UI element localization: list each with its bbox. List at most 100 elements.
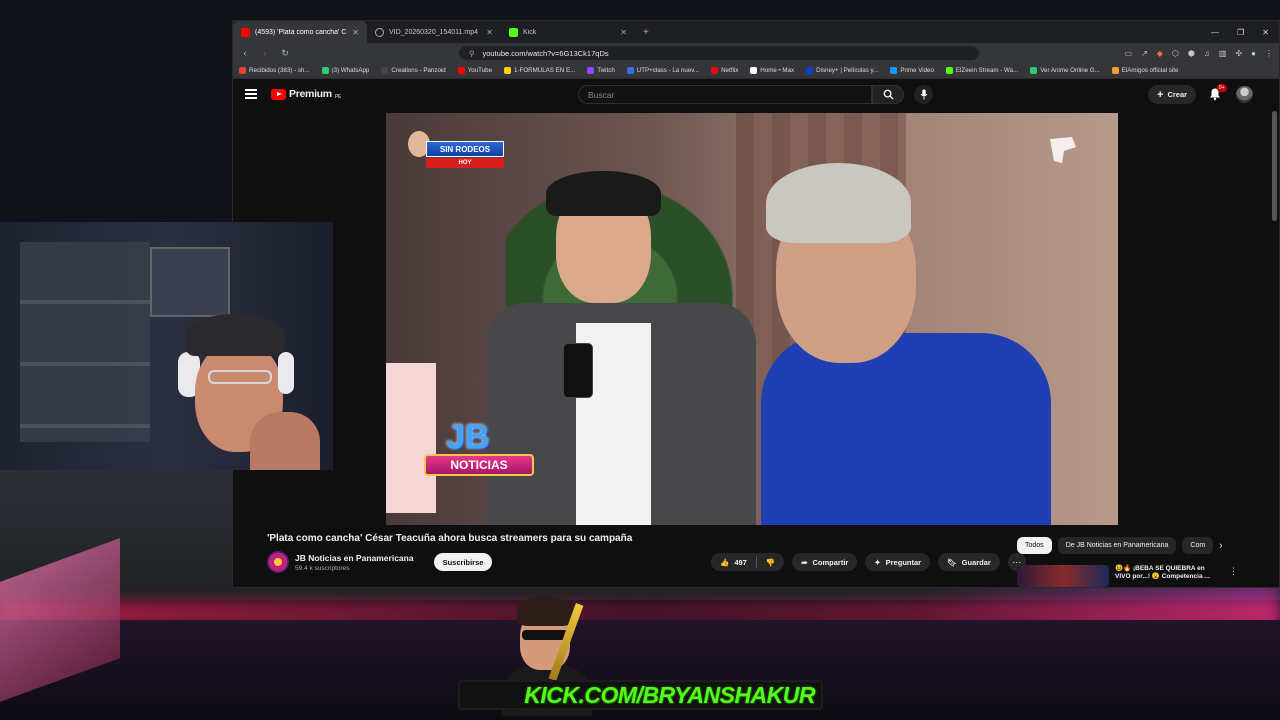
bookmark-label: ElZeein Stream - Wa... bbox=[955, 67, 1019, 74]
youtube-play-icon bbox=[271, 88, 286, 100]
avatar-hair bbox=[517, 596, 573, 626]
bookmark-label: 1-FORMULAS EN E... bbox=[514, 67, 576, 74]
bookmark-label: Home • Max bbox=[760, 67, 795, 74]
globe-icon bbox=[375, 27, 384, 37]
save-button[interactable]: 🔖︎ Guardar bbox=[938, 553, 1000, 571]
avatar-sunglasses bbox=[522, 630, 568, 640]
bookmark-icon: 🔖︎ bbox=[947, 557, 957, 567]
chevron-right-icon[interactable]: › bbox=[1219, 540, 1223, 552]
recommended-thumbnail[interactable] bbox=[1017, 565, 1109, 587]
close-window-icon[interactable]: ✕ bbox=[1262, 28, 1269, 37]
bookmark-favicon-icon bbox=[504, 67, 512, 74]
ask-button[interactable]: ✦ Preguntar bbox=[865, 553, 931, 571]
bookmark-item[interactable]: Creations - Panzoid bbox=[381, 67, 446, 74]
forward-icon[interactable]: › bbox=[259, 48, 271, 58]
share-button[interactable]: ➦ Compartir bbox=[792, 553, 858, 571]
extension-icon[interactable]: ◆ bbox=[1157, 49, 1163, 58]
more-vert-icon[interactable]: ⋮ bbox=[1229, 566, 1238, 577]
account-avatar[interactable] bbox=[1236, 86, 1253, 103]
minimize-icon[interactable]: — bbox=[1211, 28, 1219, 37]
related-chips: Todos De JB Noticias en Panamericana Com bbox=[1017, 537, 1231, 554]
cast-icon[interactable]: ▭ bbox=[1125, 49, 1133, 58]
profile-icon[interactable]: ● bbox=[1251, 49, 1256, 58]
tab-kick[interactable]: Kick ✕ bbox=[501, 21, 635, 43]
extension-icon[interactable]: ⬢ bbox=[1188, 49, 1195, 58]
bookmark-item[interactable]: Disney+ | Películas y... bbox=[806, 67, 878, 74]
like-count[interactable]: 497 bbox=[734, 558, 747, 567]
bookmark-item[interactable]: Ver Anime Online G... bbox=[1030, 67, 1100, 74]
browser-window: (4593) 'Plata como cancha' C ✕ VID_20260… bbox=[232, 20, 1280, 588]
bookmark-item[interactable]: ElZeein Stream - Wa... bbox=[945, 67, 1019, 74]
headset-right bbox=[278, 352, 294, 394]
recommended-title[interactable]: 😆🔥 ¡BEBA SE QUIEBRA en VIVO por...! 😮 Co… bbox=[1115, 565, 1210, 587]
bookmark-item[interactable]: Prime Video bbox=[890, 67, 934, 74]
region-code: PE bbox=[334, 94, 341, 100]
tab-label: Kick bbox=[523, 28, 537, 36]
extension-icon[interactable]: ⬡ bbox=[1172, 49, 1179, 58]
recommended-video[interactable]: 😆🔥 ¡BEBA SE QUIEBRA en VIVO por...! 😮 Co… bbox=[1017, 565, 1231, 587]
webcam-shelf bbox=[20, 242, 150, 442]
kick-url-text: KICK.COM/BRYANSHAKUR bbox=[524, 681, 815, 708]
video-title: 'Plata como cancha' César Teacuña ahora … bbox=[267, 533, 633, 544]
bookmark-favicon-icon bbox=[711, 67, 719, 74]
kick-url-banner: KICK.COM/BRYANSHAKUR bbox=[458, 680, 823, 710]
youtube-premium-logo[interactable]: Premium PE bbox=[271, 88, 341, 100]
bookmark-favicon-icon bbox=[626, 67, 634, 74]
restore-icon[interactable]: ❐ bbox=[1237, 28, 1244, 37]
bookmark-item[interactable]: (3) WhatsApp bbox=[321, 67, 369, 74]
phone bbox=[563, 343, 593, 398]
music-icon[interactable]: ♫ bbox=[1204, 49, 1210, 58]
share-icon[interactable]: ↗ bbox=[1141, 49, 1148, 58]
channel-row: JB Noticias en Panamericana 59.4 k suscr… bbox=[267, 551, 493, 573]
search-placeholder: Buscar bbox=[588, 89, 615, 100]
back-icon[interactable]: ‹ bbox=[239, 48, 251, 58]
video-player[interactable]: SIN RODEOS HOY JB NOTICIAS bbox=[386, 113, 1118, 525]
bookmark-favicon-icon bbox=[945, 67, 953, 74]
voice-search-button[interactable] bbox=[914, 85, 933, 104]
hamburger-menu-icon[interactable] bbox=[245, 89, 257, 99]
tab-youtube-video[interactable]: (4593) 'Plata como cancha' C ✕ bbox=[233, 21, 367, 43]
bookmark-item[interactable]: YouTube bbox=[457, 67, 493, 74]
jb-logo-letters: JB bbox=[446, 418, 490, 456]
logo-text: Premium bbox=[289, 88, 332, 100]
search-input[interactable]: Buscar bbox=[578, 85, 872, 104]
search-icon bbox=[883, 89, 894, 100]
recommended-title-line: VIVO por...! 😮 Competencia ... bbox=[1115, 573, 1210, 580]
bookmark-item[interactable]: 1-FORMULAS EN E... bbox=[504, 67, 575, 74]
chip-channel[interactable]: De JB Noticias en Panamericana bbox=[1057, 537, 1177, 554]
bookmark-item[interactable]: Recibidos (383) - sh... bbox=[239, 67, 310, 74]
close-icon[interactable]: ✕ bbox=[352, 28, 359, 37]
channel-name[interactable]: JB Noticias en Panamericana bbox=[295, 553, 414, 563]
close-icon[interactable]: ✕ bbox=[620, 28, 627, 37]
bookmark-label: Ver Anime Online G... bbox=[1040, 67, 1100, 74]
close-icon[interactable]: ✕ bbox=[486, 28, 493, 37]
bookmark-item[interactable]: ElAmigos official site bbox=[1111, 67, 1178, 74]
site-info-icon[interactable]: ⚲ bbox=[469, 49, 475, 58]
subscribe-button[interactable]: Suscribirse bbox=[433, 553, 493, 571]
dislike-icon[interactable]: 👎 bbox=[766, 558, 775, 567]
search-button[interactable] bbox=[872, 85, 904, 104]
chip-more[interactable]: Com bbox=[1182, 537, 1214, 554]
youtube-icon bbox=[241, 27, 250, 37]
create-button[interactable]: + Crear bbox=[1148, 85, 1197, 104]
kick-overlay: KICK.COM/BRYANSHAKUR bbox=[458, 594, 823, 716]
tab-local-video[interactable]: VID_20260320_154011.mp4 ✕ bbox=[367, 21, 501, 43]
bookmark-item[interactable]: Home • Max bbox=[750, 67, 794, 74]
chip-all[interactable]: Todos bbox=[1017, 537, 1052, 554]
menu-icon[interactable]: ⋮ bbox=[1265, 49, 1273, 58]
bookmark-favicon-icon bbox=[457, 67, 465, 74]
like-dislike-group: 👍 497 👎 bbox=[711, 553, 785, 571]
sidepanel-icon[interactable]: ▥ bbox=[1219, 49, 1227, 58]
url-field[interactable]: ⚲ youtube.com/watch?v=6G13Ck17qDs bbox=[459, 46, 979, 60]
reload-icon[interactable]: ↻ bbox=[279, 48, 291, 59]
bookmark-label: YouTube bbox=[467, 67, 493, 74]
bookmark-item[interactable]: Netflix bbox=[711, 67, 738, 74]
page-scrollbar[interactable] bbox=[1272, 111, 1277, 221]
bookmark-item[interactable]: Twitch bbox=[587, 67, 615, 74]
like-icon[interactable]: 👍 bbox=[720, 558, 729, 567]
puzzle-icon[interactable]: ✣ bbox=[1235, 49, 1242, 58]
bookmark-item[interactable]: UTP+class - La nuev... bbox=[626, 67, 699, 74]
new-tab-button[interactable]: + bbox=[635, 27, 657, 38]
person-right bbox=[761, 153, 1066, 525]
channel-avatar[interactable] bbox=[267, 551, 289, 573]
